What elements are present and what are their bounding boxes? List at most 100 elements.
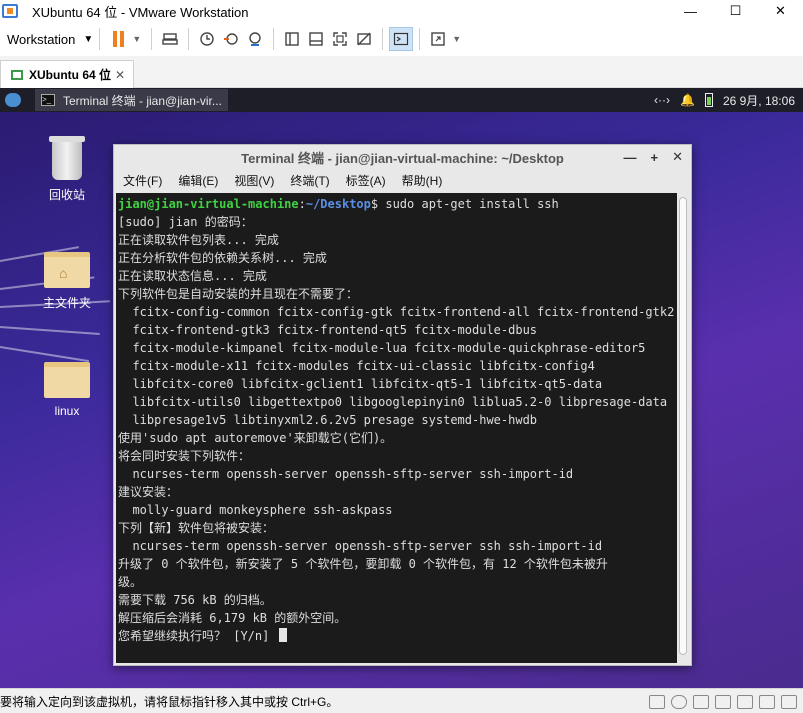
- battery-icon[interactable]: [704, 93, 713, 107]
- send-ctrl-alt-del-button[interactable]: [158, 27, 182, 51]
- terminal-line: 正在分析软件包的依赖关系树... 完成: [118, 251, 327, 265]
- workstation-menu[interactable]: Workstation ▼: [0, 22, 93, 56]
- window-title: XUbuntu 64 位 - VMware Workstation: [32, 4, 249, 20]
- terminal-maximize-button[interactable]: +: [651, 150, 659, 165]
- snapshot-clock-icon: [200, 32, 214, 46]
- menu-tabs[interactable]: 标签(A): [346, 172, 386, 189]
- desktop-icon-trash[interactable]: 回收站: [32, 136, 102, 203]
- unity-mode-button[interactable]: [352, 27, 376, 51]
- stretch-icon: [431, 32, 445, 46]
- close-button[interactable]: ✕: [758, 0, 803, 22]
- toolbar-divider: [382, 28, 384, 50]
- desktop-icon-linux[interactable]: linux: [32, 362, 102, 418]
- stretch-view-button[interactable]: [426, 27, 450, 51]
- revert-snapshot-icon: [224, 33, 238, 45]
- desktop-icon-home[interactable]: ⌂ 主文件夹: [32, 252, 102, 311]
- terminal-line: 将会同时安装下列软件：: [118, 449, 251, 463]
- toolbar-divider: [188, 28, 190, 50]
- home-folder-icon: ⌂: [44, 252, 90, 288]
- terminal-line: fcitx-frontend-gtk3 fcitx-frontend-qt5 f…: [118, 323, 538, 337]
- terminal-line: 建议安装：: [118, 485, 179, 499]
- terminal-line: ncurses-term openssh-server openssh-sftp…: [118, 539, 603, 553]
- display-icon[interactable]: [759, 694, 775, 709]
- vm-tab-icon: [11, 69, 23, 80]
- minimize-button[interactable]: —: [668, 0, 713, 22]
- message-log-icon[interactable]: [781, 694, 797, 709]
- unity-mode-icon: [357, 32, 371, 46]
- terminal-question: 您希望继续执行吗？ [Y/n]: [118, 629, 277, 643]
- tab-close-icon[interactable]: ✕: [115, 68, 125, 82]
- taskbar-terminal-button[interactable]: >_ Terminal 终端 - jian@jian-vir...: [35, 89, 228, 111]
- terminal-input-line[interactable]: 您希望继续执行吗？ [Y/n]: [118, 627, 680, 645]
- snapshot-button[interactable]: [195, 27, 219, 51]
- snapshot-manager-button[interactable]: [243, 27, 267, 51]
- prompt-command: sudo apt-get install ssh: [378, 197, 559, 211]
- network-adapter-icon[interactable]: [693, 694, 709, 709]
- tab-xubuntu[interactable]: XUbuntu 64 位 ✕: [0, 60, 134, 88]
- full-screen-button[interactable]: [328, 27, 352, 51]
- terminal-view-button[interactable]: [389, 27, 414, 51]
- window-controls: — ☐ ✕: [668, 0, 803, 22]
- console-view-button[interactable]: [280, 27, 304, 51]
- terminal-output[interactable]: jian@jian-virtual-machine:~/Desktop$ sud…: [116, 193, 680, 663]
- device-status-icons: [649, 689, 797, 713]
- maximize-button[interactable]: ☐: [713, 0, 758, 22]
- terminal-line: libfcitx-core0 libfcitx-gclient1 libfcit…: [118, 377, 603, 391]
- revert-snapshot-button[interactable]: [219, 27, 243, 51]
- trash-icon: [49, 136, 85, 180]
- pause-dropdown-icon[interactable]: ▼: [132, 34, 141, 44]
- terminal-line: fcitx-module-x11 fcitx-modules fcitx-ui-…: [118, 359, 595, 373]
- snapshot-manager-icon: [249, 32, 261, 46]
- status-message: 要将输入定向到该虚拟机，请将鼠标指针移入其中或按 Ctrl+G。: [0, 694, 339, 709]
- terminal-window[interactable]: Terminal 终端 - jian@jian-virtual-machine:…: [113, 144, 692, 666]
- folder-icon: [44, 362, 90, 398]
- chevron-down-icon: ▼: [83, 33, 94, 45]
- network-icon[interactable]: ‹··›: [654, 93, 670, 107]
- bottom-layout-icon: [309, 32, 323, 46]
- terminal-line: molly-guard monkeysphere ssh-askpass: [118, 503, 393, 517]
- stretch-dropdown-icon[interactable]: ▼: [452, 34, 461, 44]
- terminal-close-button[interactable]: ✕: [672, 149, 683, 165]
- toolbar-divider: [273, 28, 275, 50]
- panel-clock[interactable]: 26 9月, 18:06: [723, 92, 795, 109]
- vmware-title-bar: XUbuntu 64 位 - VMware Workstation — ☐ ✕: [0, 0, 803, 22]
- menu-help[interactable]: 帮助(H): [402, 172, 443, 189]
- notification-bell-icon[interactable]: 🔔: [680, 93, 695, 107]
- pause-button[interactable]: [106, 27, 130, 51]
- menu-view[interactable]: 视图(V): [234, 172, 274, 189]
- menu-file[interactable]: 文件(F): [123, 172, 162, 189]
- hard-disk-icon[interactable]: [649, 694, 665, 709]
- fullscreen-icon: [333, 32, 347, 46]
- thumbnail-bar-button[interactable]: [304, 27, 328, 51]
- prompt-path: ~/Desktop: [305, 197, 371, 211]
- keyboard-icon: [162, 33, 178, 45]
- terminal-cursor: [278, 628, 287, 642]
- sidebar-layout-icon: [285, 32, 299, 46]
- vm-tab-strip: XUbuntu 64 位 ✕: [0, 56, 803, 88]
- terminal-line: 升级了 0 个软件包，新安装了 5 个软件包，要卸载 0 个软件包，有 12 个…: [118, 557, 608, 571]
- prompt-user-host: jian@jian-virtual-machine: [118, 197, 299, 211]
- terminal-prompt-line: jian@jian-virtual-machine:~/Desktop$ sud…: [118, 195, 680, 213]
- terminal-line: 下列软件包是自动安装的并且现在不需要了：: [118, 287, 359, 301]
- terminal-scrollbar[interactable]: [677, 193, 689, 663]
- sound-card-icon[interactable]: [737, 694, 753, 709]
- workstation-menu-label: Workstation: [7, 31, 76, 47]
- terminal-line: fcitx-config-common fcitx-config-gtk fci…: [118, 305, 675, 319]
- vmware-toolbar: Workstation ▼ ▼ ▼: [0, 22, 803, 56]
- menu-terminal[interactable]: 终端(T): [290, 172, 329, 189]
- terminal-task-icon: >_: [41, 94, 55, 106]
- whisker-menu-icon[interactable]: [5, 93, 21, 107]
- guest-desktop[interactable]: >_ Terminal 终端 - jian@jian-vir... ‹··› 🔔…: [0, 88, 803, 688]
- wallpaper-streak: [0, 326, 100, 335]
- cd-drive-icon[interactable]: [671, 694, 687, 709]
- usb-device-icon[interactable]: [715, 694, 731, 709]
- terminal-line: ncurses-term openssh-server openssh-sftp…: [118, 467, 574, 481]
- scrollbar-thumb[interactable]: [679, 197, 687, 655]
- vmware-status-bar: 要将输入定向到该虚拟机，请将鼠标指针移入其中或按 Ctrl+G。: [0, 688, 803, 713]
- terminal-title: Terminal 终端 - jian@jian-virtual-machine:…: [241, 150, 564, 166]
- terminal-title-bar[interactable]: Terminal 终端 - jian@jian-virtual-machine:…: [114, 145, 691, 169]
- menu-edit[interactable]: 编辑(E): [178, 172, 218, 189]
- terminal-minimize-button[interactable]: —: [624, 150, 637, 165]
- terminal-line: 正在读取状态信息... 完成: [118, 269, 267, 283]
- taskbar-terminal-label: Terminal 终端 - jian@jian-vir...: [63, 93, 222, 108]
